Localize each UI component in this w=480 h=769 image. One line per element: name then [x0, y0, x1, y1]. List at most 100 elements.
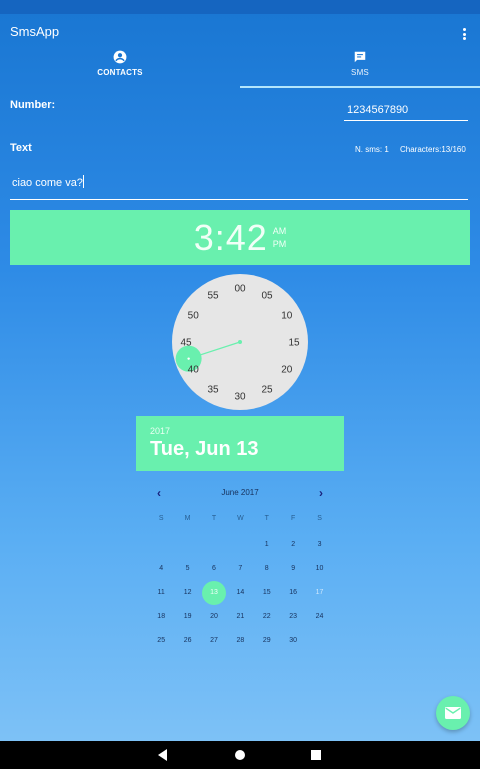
sms-count: N. sms: 1: [355, 145, 389, 154]
weekday-label: M: [184, 515, 191, 522]
calendar-day[interactable]: 28: [227, 629, 253, 653]
calendar-day[interactable]: 3: [306, 533, 332, 557]
weekday-label: F: [291, 515, 296, 522]
calendar-day[interactable]: 14: [227, 581, 253, 605]
calendar-day[interactable]: 27: [201, 629, 227, 653]
calendar-week: 25 26 27 28 29 30: [148, 629, 333, 653]
calendar-day[interactable]: 8: [254, 557, 280, 581]
clock-minute-label[interactable]: 05: [261, 291, 273, 302]
time-picker-header: 3:42 AM PM: [10, 210, 470, 265]
tab-contacts[interactable]: CONTACTS: [0, 50, 240, 88]
date-picker-header: 2017 Tue, Jun 13: [136, 416, 344, 471]
calendar-empty-cell: [201, 533, 227, 557]
clock-minute-label[interactable]: 35: [207, 384, 219, 395]
year-label[interactable]: 2017: [150, 426, 330, 436]
message-text: ciao come va?: [12, 177, 83, 189]
calendar-day[interactable]: 25: [148, 629, 174, 653]
weekday-label: S: [317, 515, 322, 522]
text-cursor: [82, 175, 84, 188]
calendar-week: 123: [148, 533, 333, 557]
send-button[interactable]: [436, 696, 470, 730]
minute-value[interactable]: 42: [226, 217, 268, 258]
calendar-day[interactable]: 12: [174, 581, 200, 605]
calendar-day[interactable]: 24: [306, 605, 332, 629]
weekday-label: W: [237, 515, 244, 522]
pm-label[interactable]: PM: [273, 238, 287, 251]
clock-minute-label[interactable]: 20: [281, 365, 293, 376]
calendar-week: 18 19 20 21 22 23 24: [148, 605, 333, 629]
calendar-day[interactable]: 1: [254, 533, 280, 557]
calendar-day[interactable]: 7: [227, 557, 253, 581]
calendar-empty-cell: [227, 533, 253, 557]
clock-minute-label[interactable]: 15: [288, 338, 300, 349]
clock-minute-label[interactable]: 10: [281, 311, 293, 322]
chevron-right-icon[interactable]: ›: [319, 486, 323, 500]
calendar-day[interactable]: 10: [306, 557, 332, 581]
recent-apps-icon[interactable]: [311, 750, 321, 760]
tab-indicator: [240, 86, 480, 88]
character-count: Characters:13/160: [400, 145, 466, 154]
calendar-nav: ‹ June 2017 ›: [150, 484, 330, 502]
calendar-empty-cell: [148, 533, 174, 557]
number-label: Number:: [10, 99, 56, 111]
clock-minute-label[interactable]: 45: [180, 338, 192, 349]
weekday-label: T: [211, 515, 217, 522]
calendar-day[interactable]: 9: [280, 557, 306, 581]
clock-minute-label[interactable]: 50: [188, 311, 200, 322]
calendar-day[interactable]: 23: [280, 605, 306, 629]
clock-minute-label[interactable]: 00: [234, 284, 246, 295]
calendar-day[interactable]: 29: [254, 629, 280, 653]
calendar-day[interactable]: 13: [201, 581, 227, 605]
clock-face: 00 05 10 15 20 25 30 35 40 45 50 55: [175, 284, 300, 403]
back-icon[interactable]: [158, 749, 167, 761]
selected-date[interactable]: Tue, Jun 13: [150, 438, 330, 461]
calendar-day[interactable]: 6: [201, 557, 227, 581]
calendar-day[interactable]: 18: [148, 605, 174, 629]
time-display: 3:42: [194, 217, 268, 259]
calendar-day[interactable]: 2: [280, 533, 306, 557]
navigation-bar: [0, 741, 480, 769]
weekday-label: S: [158, 515, 164, 522]
calendar-day[interactable]: 17: [306, 581, 332, 605]
calendar-week: 11 12 13 14 15 16 17: [148, 581, 333, 605]
month-title: June 2017: [221, 488, 259, 497]
calendar-day[interactable]: 19: [174, 605, 200, 629]
calendar-week: 4 5 6 7 8 9 10: [148, 557, 333, 581]
calendar-empty-cell: [306, 629, 332, 653]
clock-selector-dot: [187, 357, 190, 360]
clock-minute-label[interactable]: 55: [207, 291, 219, 302]
calendar-day[interactable]: 5: [174, 557, 200, 581]
calendar-day[interactable]: 21: [227, 605, 253, 629]
overflow-menu-icon[interactable]: [460, 26, 468, 42]
calendar-day[interactable]: 26: [174, 629, 200, 653]
weekday-label: T: [264, 515, 269, 522]
calendar-day[interactable]: 4: [148, 557, 174, 581]
message-input[interactable]: ciao come va?: [10, 172, 468, 200]
clock-minute-label[interactable]: 40: [188, 365, 200, 376]
calendar-day[interactable]: 16: [280, 581, 306, 605]
clock-minute-label[interactable]: 30: [234, 392, 246, 403]
tab-sms[interactable]: SMS: [240, 50, 480, 88]
clock-dial[interactable]: 00 05 10 15 20 25 30 35 40 45 50 55: [172, 274, 308, 410]
email-icon: [445, 707, 461, 719]
clock-minute-label[interactable]: 25: [261, 384, 273, 395]
text-label: Text: [10, 142, 32, 154]
time-separator: :: [214, 216, 226, 258]
tab-sms-label: SMS: [351, 68, 369, 77]
app-bar: SmsApp CONTACTS SMS: [0, 14, 480, 88]
calendar-day[interactable]: 30: [280, 629, 306, 653]
calendar-day[interactable]: 11: [148, 581, 174, 605]
hour-value[interactable]: 3: [194, 217, 215, 258]
calendar-empty-cell: [174, 533, 200, 557]
calendar-day[interactable]: 20: [201, 605, 227, 629]
calendar-day[interactable]: 15: [254, 581, 280, 605]
am-label[interactable]: AM: [273, 225, 287, 238]
calendar-grid: S M T W T F S 1 2 3 4 5 6 7 8 9 10 11 12 13 14 15 16 17 18 19 20 21…: [148, 509, 333, 653]
clock-center: [238, 340, 242, 344]
status-bar: [0, 0, 480, 14]
ampm-selector: AM PM: [273, 225, 287, 251]
number-input[interactable]: 1234567890: [344, 104, 468, 121]
home-icon[interactable]: [235, 750, 245, 760]
calendar-day[interactable]: 22: [254, 605, 280, 629]
message-icon: [354, 51, 366, 63]
